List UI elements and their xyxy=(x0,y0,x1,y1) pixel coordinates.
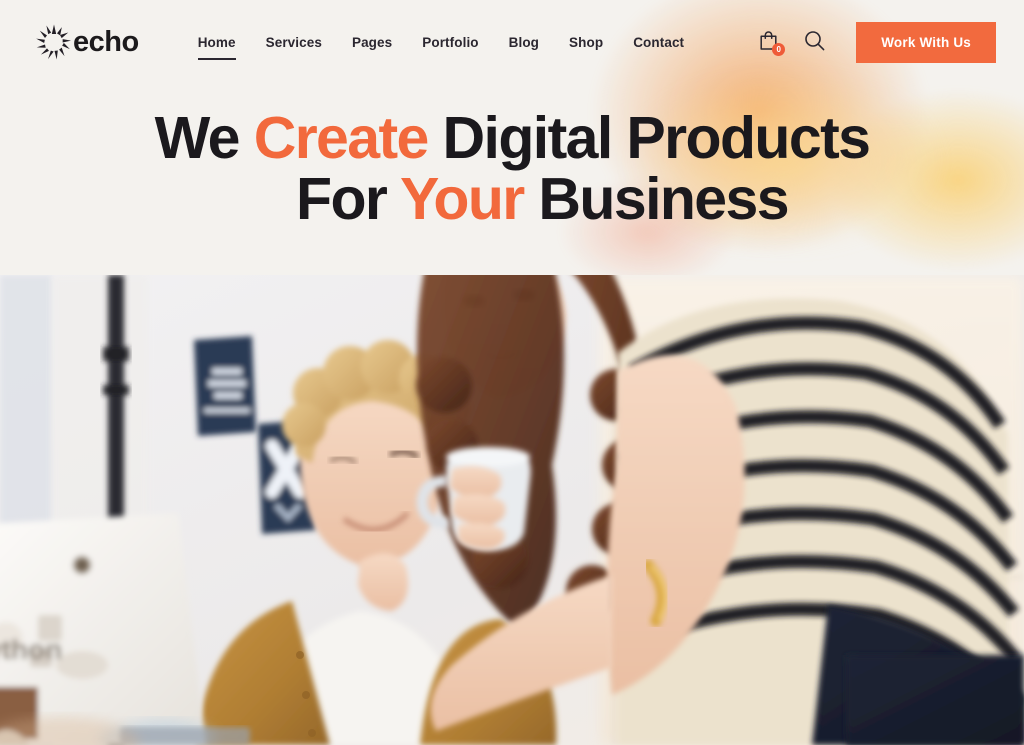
starburst-icon xyxy=(34,22,74,62)
hero-copy: We Create Digital Products For Your Busi… xyxy=(0,84,1024,231)
headline-text-we: We xyxy=(154,105,254,171)
nav-item-home[interactable]: Home xyxy=(183,31,251,60)
hero-page: echo Home Services Pages Portfolio Blog … xyxy=(0,0,1024,745)
nav-item-services[interactable]: Services xyxy=(251,31,337,54)
headline-line-2: For Your Business xyxy=(60,169,964,230)
cart-button[interactable]: 0 xyxy=(756,29,786,56)
search-icon xyxy=(804,30,825,54)
cart-count-badge: 0 xyxy=(772,43,786,56)
svg-text:ython: ython xyxy=(0,634,62,665)
headline-accent-create: Create xyxy=(253,105,430,171)
nav-item-contact[interactable]: Contact xyxy=(618,31,699,54)
headline-accent-your: Your xyxy=(400,166,525,233)
work-with-us-button[interactable]: Work With Us xyxy=(856,21,996,63)
headline-text-for: For xyxy=(296,166,400,233)
nav-item-portfolio[interactable]: Portfolio xyxy=(407,31,493,54)
headline-text-digital-products: Digital Products xyxy=(427,105,871,171)
headline-line-1: We Create Digital Products xyxy=(60,105,964,171)
main-nav: Home Services Pages Portfolio Blog Shop … xyxy=(183,31,699,60)
brand-name: echo xyxy=(73,25,139,58)
headline-text-business: Business xyxy=(523,166,789,233)
page-title: We Create Digital Products For Your Busi… xyxy=(60,105,964,231)
nav-item-pages[interactable]: Pages xyxy=(337,31,407,54)
site-header: echo Home Services Pages Portfolio Blog … xyxy=(0,0,1024,84)
nav-item-blog[interactable]: Blog xyxy=(494,31,554,54)
header-actions: 0 Work With Us xyxy=(756,21,996,63)
nav-item-shop[interactable]: Shop xyxy=(554,31,618,54)
hero-photo: ython xyxy=(0,275,1024,745)
brand-logo[interactable]: echo xyxy=(34,22,139,62)
search-button[interactable] xyxy=(802,29,826,55)
